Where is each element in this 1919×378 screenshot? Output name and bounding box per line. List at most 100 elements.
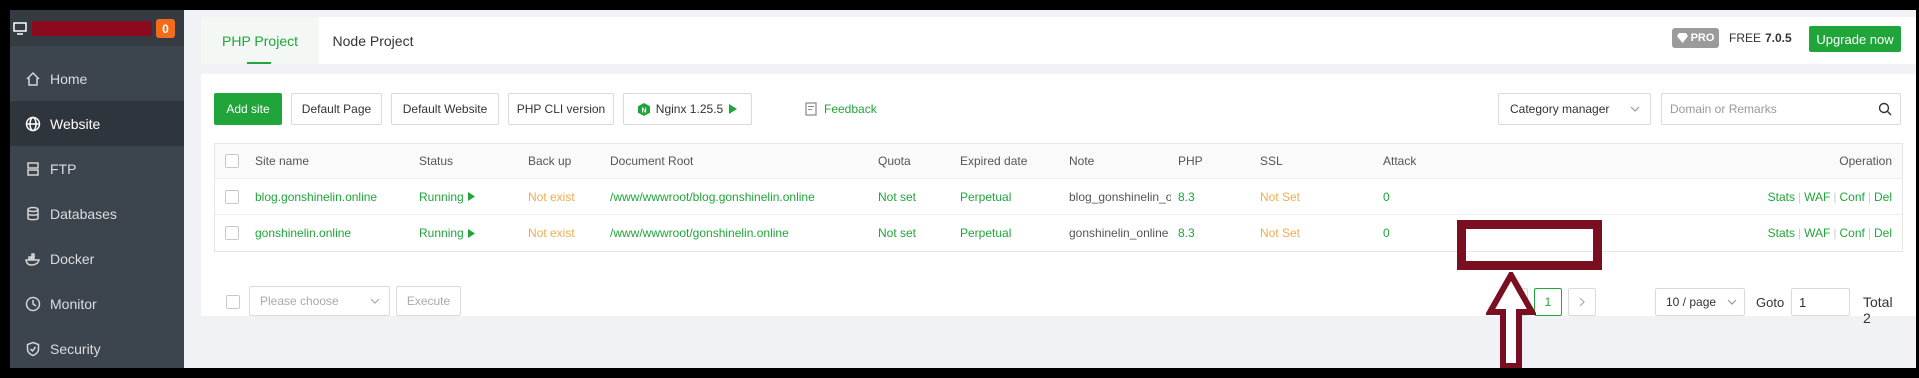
- conf-link[interactable]: Conf: [1840, 226, 1865, 240]
- sidebar-item-security[interactable]: Security: [10, 326, 184, 368]
- col-expired-date[interactable]: Expired date: [960, 144, 1027, 178]
- home-icon: [24, 70, 42, 88]
- waf-link[interactable]: WAF: [1804, 190, 1830, 204]
- document-root-link[interactable]: /www/wwwroot/blog.gonshinelin.online: [610, 179, 815, 214]
- upgrade-button[interactable]: Upgrade now: [1809, 26, 1901, 52]
- add-site-button[interactable]: Add site: [214, 93, 282, 125]
- notification-badge[interactable]: 0: [156, 19, 175, 38]
- sidebar-item-label: Monitor: [50, 295, 97, 312]
- attack-count[interactable]: 0: [1383, 179, 1390, 214]
- sidebar-item-label: Home: [50, 70, 88, 87]
- sidebar-item-ftp[interactable]: FTP: [10, 146, 184, 191]
- nginx-service-button[interactable]: N Nginx 1.25.5: [623, 93, 752, 125]
- sidebar-item-label: Databases: [50, 205, 117, 222]
- del-link[interactable]: Del: [1874, 226, 1892, 240]
- pro-badge[interactable]: PRO: [1672, 28, 1719, 48]
- stats-link[interactable]: Stats: [1768, 190, 1795, 204]
- ssl-link[interactable]: Not Set: [1260, 179, 1300, 214]
- quota-link[interactable]: Not set: [878, 179, 916, 214]
- category-label: Category manager: [1510, 102, 1610, 116]
- status-label: Running: [419, 226, 464, 240]
- sidebar-item-label: Security: [50, 340, 101, 357]
- play-icon: [467, 228, 475, 238]
- note-field[interactable]: blog_gonshinelin_onli: [1069, 179, 1171, 214]
- tab-php-project[interactable]: PHP Project: [201, 17, 319, 64]
- php-version-link[interactable]: 8.3: [1178, 179, 1195, 214]
- status-running[interactable]: Running: [419, 215, 475, 251]
- document-root-link[interactable]: /www/wwwroot/gonshinelin.online: [610, 215, 789, 251]
- row-operations: Stats | WAF | Conf | Del: [1767, 189, 1892, 204]
- waf-link[interactable]: WAF: [1804, 226, 1830, 240]
- status-running[interactable]: Running: [419, 179, 475, 214]
- execute-button[interactable]: Execute: [396, 286, 461, 316]
- search-input[interactable]: [1662, 94, 1862, 124]
- annotation-highlight-box: [1457, 220, 1602, 270]
- diamond-icon: [1676, 33, 1688, 43]
- default-page-button[interactable]: Default Page: [291, 93, 382, 125]
- table-row: gonshinelin.online Running Not exist /ww…: [215, 215, 1902, 251]
- sidebar-item-monitor[interactable]: Monitor: [10, 281, 184, 326]
- default-website-button[interactable]: Default Website: [391, 93, 499, 125]
- expired-date-link[interactable]: Perpetual: [960, 215, 1011, 251]
- col-status[interactable]: Status: [419, 144, 453, 178]
- search-box: [1661, 93, 1901, 125]
- batch-action-select[interactable]: Please choose: [249, 286, 390, 316]
- nginx-icon: N: [637, 102, 650, 116]
- backup-link[interactable]: Not exist: [528, 179, 575, 214]
- col-quota[interactable]: Quota: [878, 144, 911, 178]
- play-icon: [729, 104, 738, 114]
- note-field[interactable]: gonshinelin_online: [1069, 215, 1171, 251]
- sidebar-item-docker[interactable]: Docker: [10, 236, 184, 281]
- sidebar-item-home[interactable]: Home: [10, 56, 184, 101]
- chevron-down-icon: [1630, 106, 1640, 112]
- sites-table: Site name Status Back up Document Root Q…: [214, 143, 1903, 252]
- attack-count[interactable]: 0: [1383, 215, 1390, 251]
- expired-date-link[interactable]: Perpetual: [960, 179, 1011, 214]
- feedback-link[interactable]: Feedback: [805, 93, 877, 125]
- total-count: Total 2: [1863, 294, 1893, 326]
- select-all-checkbox[interactable]: [225, 154, 239, 168]
- col-site-name[interactable]: Site name: [255, 144, 309, 178]
- site-name-link[interactable]: blog.gonshinelin.online: [255, 179, 377, 214]
- sidebar-item-databases[interactable]: Databases: [10, 191, 184, 236]
- project-tabs-bar: PHP Project Node Project PRO FREE 7.0.5 …: [201, 17, 1916, 64]
- chevron-down-icon: [1727, 299, 1737, 305]
- conf-link[interactable]: Conf: [1840, 190, 1865, 204]
- page-size-select[interactable]: 10 / page: [1655, 288, 1745, 316]
- stats-link[interactable]: Stats: [1768, 226, 1795, 240]
- search-icon[interactable]: [1878, 102, 1892, 116]
- col-operation: Operation: [1839, 154, 1892, 168]
- batch-select-checkbox[interactable]: [226, 295, 240, 309]
- row-checkbox[interactable]: [225, 189, 239, 204]
- status-label: Running: [419, 189, 464, 204]
- feedback-label: Feedback: [824, 102, 877, 116]
- page-size-label: 10 / page: [1666, 295, 1717, 309]
- del-link[interactable]: Del: [1874, 190, 1892, 204]
- app-frame: 0 Home Website FTP Databases Docker Moni…: [10, 10, 1916, 368]
- col-document-root[interactable]: Document Root: [610, 144, 693, 178]
- category-manager-select[interactable]: Category manager: [1498, 93, 1651, 125]
- tab-node-project[interactable]: Node Project: [319, 17, 427, 64]
- next-page-button[interactable]: [1568, 288, 1596, 316]
- col-backup[interactable]: Back up: [528, 144, 571, 178]
- sidebar-item-website[interactable]: Website: [10, 101, 184, 146]
- sidebar-item-label: Docker: [50, 250, 95, 267]
- redacted-server-name: [32, 20, 152, 36]
- site-name-link[interactable]: gonshinelin.online: [255, 215, 351, 251]
- quota-link[interactable]: Not set: [878, 215, 916, 251]
- ftp-icon: [24, 160, 42, 178]
- goto-page-input[interactable]: 1: [1791, 288, 1850, 316]
- annotation-arrow-icon: [1486, 272, 1536, 368]
- ssl-link[interactable]: Not Set: [1260, 215, 1300, 251]
- play-icon: [467, 192, 475, 201]
- php-cli-version-button[interactable]: PHP CLI version: [508, 93, 614, 125]
- feedback-icon: [805, 102, 817, 116]
- page-number-current[interactable]: 1: [1534, 288, 1562, 316]
- backup-link[interactable]: Not exist: [528, 215, 575, 251]
- php-version-link[interactable]: 8.3: [1178, 215, 1195, 251]
- row-checkbox[interactable]: [225, 226, 239, 240]
- col-ssl[interactable]: SSL: [1260, 144, 1283, 178]
- sidebar: 0 Home Website FTP Databases Docker Moni…: [10, 10, 184, 368]
- table-footer: Please choose Execute 1 10 / page Goto 1…: [214, 286, 1903, 326]
- nginx-label: Nginx 1.25.5: [655, 102, 724, 116]
